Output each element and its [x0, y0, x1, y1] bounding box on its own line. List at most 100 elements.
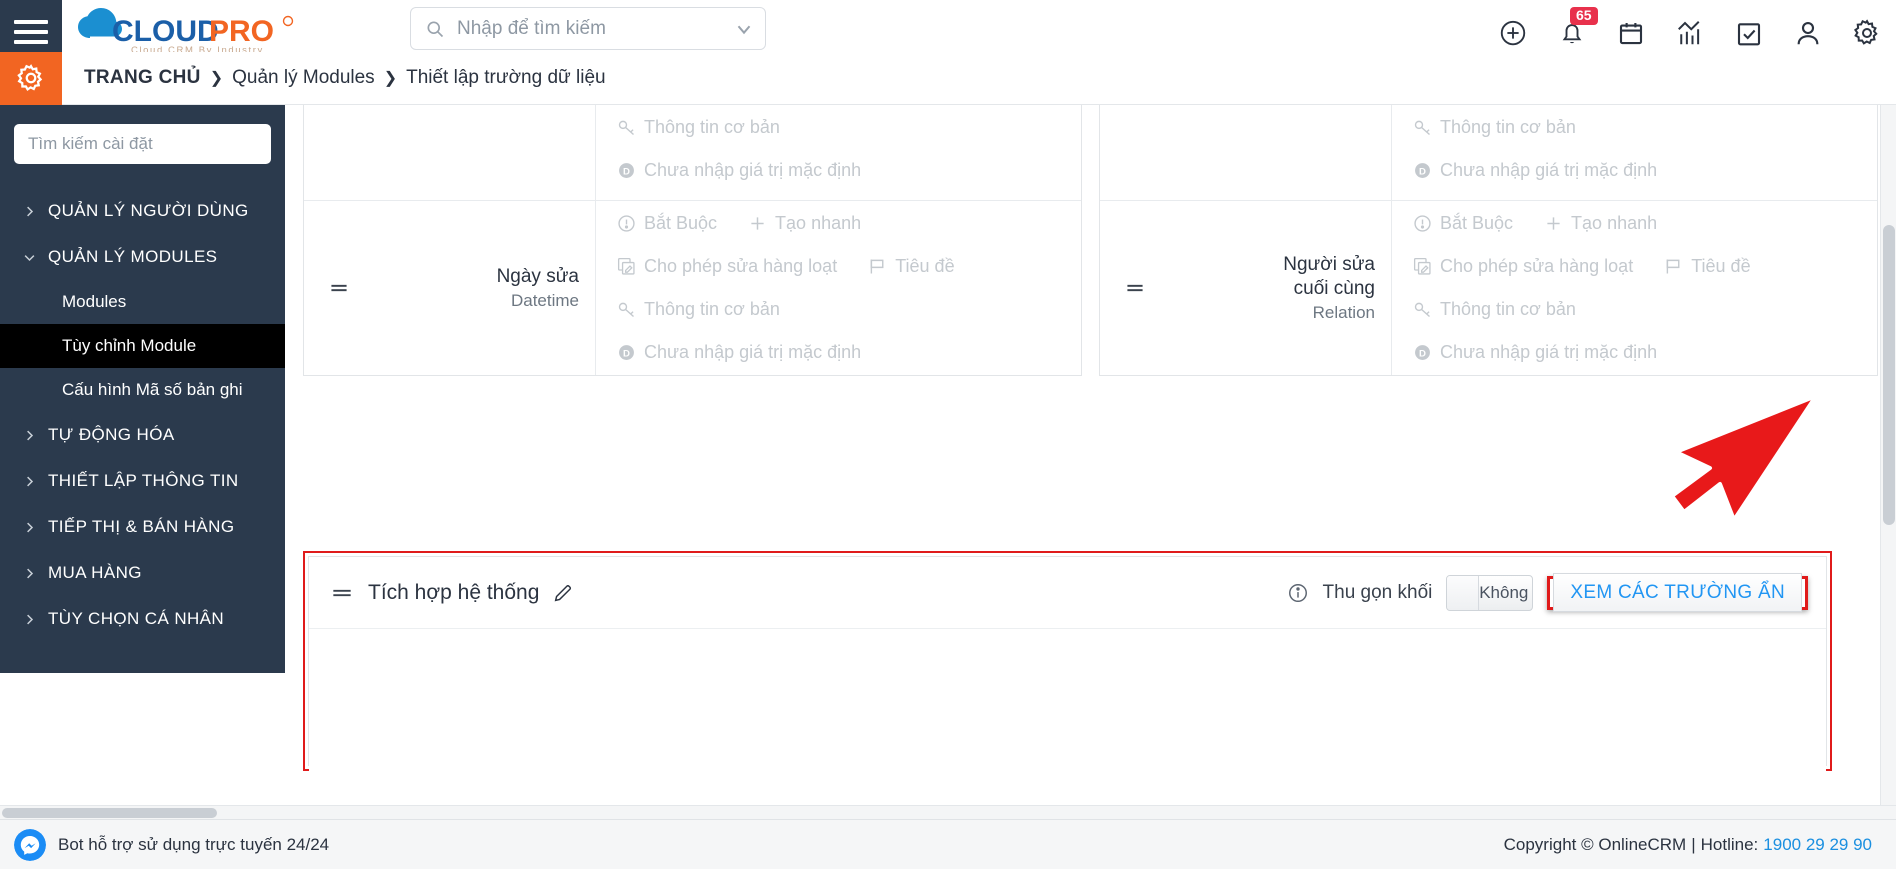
- sidebar-item-label: QUẢN LÝ MODULES: [48, 247, 218, 266]
- tag-required[interactable]: Bắt Buộc: [616, 213, 717, 234]
- sidebar-item-personal-options[interactable]: TÙY CHỌN CÁ NHÂN: [0, 596, 285, 642]
- collapse-block-label: Thu gọn khối: [1322, 581, 1433, 603]
- breadcrumb-item-modules[interactable]: Quản lý Modules: [232, 67, 375, 89]
- sidebar-item-marketing-sales[interactable]: TIẾP THỊ & BÁN HÀNG: [0, 504, 285, 550]
- chevron-down-icon[interactable]: [733, 18, 755, 40]
- required-icon: [1412, 213, 1433, 234]
- view-hidden-fields-button[interactable]: XEM CÁC TRƯỜNG ẨN: [1553, 572, 1802, 612]
- tag-title-field[interactable]: Tiêu đề: [867, 256, 955, 277]
- tag-mass-edit[interactable]: Cho phép sửa hàng loạt: [616, 256, 837, 277]
- tag-basic-info[interactable]: Thông tin cơ bản: [616, 299, 1067, 320]
- tag-basic-info[interactable]: Thông tin cơ bản: [616, 117, 1067, 138]
- sidebar-item-module-management[interactable]: QUẢN LÝ MODULES: [0, 234, 285, 280]
- app-root: CLOUD PRO Cloud CRM By Industry 65: [0, 0, 1896, 869]
- vertical-scrollbar[interactable]: [1880, 105, 1896, 824]
- tag-mass-edit[interactable]: Cho phép sửa hàng loạt: [1412, 256, 1633, 277]
- sidebar-subitem-label: Modules: [62, 292, 127, 311]
- footer-copyright: Copyright © OnlineCRM: [1503, 834, 1687, 854]
- global-search-box[interactable]: [410, 7, 766, 50]
- search-input[interactable]: [445, 17, 733, 40]
- analytics-icon[interactable]: [1675, 18, 1705, 48]
- drag-handle-icon[interactable]: [329, 580, 355, 606]
- tag-quick-create[interactable]: Tạo nhanh: [1543, 213, 1657, 234]
- system-integration-block: Tích hợp hệ thống Thu gọn khối Không XEM…: [308, 556, 1827, 837]
- notification-badge: 65: [1570, 7, 1598, 26]
- block-title: Tích hợp hệ thống: [368, 580, 540, 604]
- tag-title-field[interactable]: Tiêu đề: [1663, 256, 1751, 277]
- pencil-icon[interactable]: [552, 582, 574, 604]
- horizontal-scrollbar-thumb[interactable]: [2, 808, 217, 818]
- block-title-group: Tích hợp hệ thống: [329, 580, 574, 606]
- vertical-scrollbar-thumb[interactable]: [1883, 225, 1895, 525]
- svg-text:CLOUD: CLOUD: [112, 15, 219, 48]
- settings-sidebar: QUẢN LÝ NGƯỜI DÙNG QUẢN LÝ MODULES Modul…: [0, 105, 285, 673]
- field-row[interactable]: Người sửa cuối cùng Relation Bắt Buộc Tạ…: [1100, 201, 1877, 375]
- collapse-block-toggle[interactable]: Không: [1446, 574, 1534, 611]
- tag-required[interactable]: Bắt Buộc: [1412, 213, 1513, 234]
- sidebar-item-purchasing[interactable]: MUA HÀNG: [0, 550, 285, 596]
- user-icon[interactable]: [1793, 18, 1823, 48]
- checkbox-icon[interactable]: [1734, 18, 1764, 48]
- support-chat-label: Bot hỗ trợ sử dụng trực tuyến 24/24: [58, 834, 330, 854]
- settings-gear-icon[interactable]: [0, 51, 62, 105]
- tag-no-default-value[interactable]: D Chưa nhập giá trị mặc định: [616, 342, 1067, 363]
- field-row-left: [1100, 105, 1392, 200]
- field-row-left: Ngày sửa Datetime: [304, 201, 596, 375]
- chevron-right-icon: [22, 520, 44, 535]
- bell-icon[interactable]: 65: [1557, 7, 1598, 48]
- key-icon: [1412, 117, 1433, 138]
- sidebar-item-customize-module[interactable]: Tùy chỉnh Module: [0, 324, 285, 368]
- sidebar-item-automation[interactable]: TỰ ĐỘNG HÓA: [0, 412, 285, 458]
- cloudpro-logo-icon: CLOUD PRO Cloud CRM By Industry: [78, 8, 294, 56]
- breadcrumb-bar: TRANG CHỦ ❯ Quản lý Modules ❯ Thiết lập …: [0, 51, 1896, 105]
- field-row[interactable]: Ngày sửa Datetime Bắt Buộc Tạo nhanh Cho…: [304, 201, 1081, 375]
- sidebar-item-modules[interactable]: Modules: [0, 280, 285, 324]
- search-icon: [425, 19, 445, 39]
- sidebar-item-label: QUẢN LÝ NGƯỜI DÙNG: [48, 201, 249, 220]
- key-icon: [616, 117, 637, 138]
- messenger-icon[interactable]: [14, 828, 46, 861]
- sidebar-item-record-id-config[interactable]: Cấu hình Mã số bản ghi: [0, 368, 285, 412]
- sidebar-search-box[interactable]: [14, 124, 271, 164]
- horizontal-scrollbar[interactable]: [0, 805, 1896, 819]
- breadcrumb-item-fields[interactable]: Thiết lập trường dữ liệu: [406, 67, 606, 89]
- svg-text:D: D: [1419, 348, 1426, 359]
- tag-label: Thông tin cơ bản: [1440, 299, 1576, 319]
- hamburger-icon[interactable]: [14, 20, 48, 44]
- calendar-icon[interactable]: [1616, 18, 1646, 48]
- info-circle-icon[interactable]: [1287, 582, 1309, 604]
- field-name-line1: Người sửa: [1283, 253, 1375, 275]
- tag-basic-info[interactable]: Thông tin cơ bản: [1412, 117, 1863, 138]
- default-value-icon: D: [1412, 160, 1433, 181]
- sidebar-item-label: MUA HÀNG: [48, 563, 142, 582]
- support-chat-bar[interactable]: Bot hỗ trợ sử dụng trực tuyến 24/24: [0, 819, 1140, 869]
- tag-label: Thông tin cơ bản: [644, 299, 780, 319]
- sidebar-item-user-management[interactable]: QUẢN LÝ NGƯỜI DÙNG: [0, 188, 285, 234]
- field-name-block: Ngày sửa Datetime: [366, 265, 579, 312]
- plus-icon: [747, 213, 768, 234]
- tag-label: Thông tin cơ bản: [644, 117, 780, 137]
- breadcrumb: TRANG CHỦ ❯ Quản lý Modules ❯ Thiết lập …: [84, 67, 606, 89]
- highlighted-block-outline: Tích hợp hệ thống Thu gọn khối Không XEM…: [303, 551, 1832, 837]
- footer-hotline-number[interactable]: 1900 29 29 90: [1763, 835, 1872, 855]
- sidebar-search-input[interactable]: [28, 134, 257, 154]
- chevron-right-icon: [22, 428, 44, 443]
- sidebar-item-info-setup[interactable]: THIẾT LẬP THÔNG TIN: [0, 458, 285, 504]
- tag-no-default-value[interactable]: D Chưa nhập giá trị mặc định: [616, 160, 1067, 181]
- field-row-partial[interactable]: Thông tin cơ bản D Chưa nhập giá trị mặc…: [304, 105, 1081, 201]
- svg-text:PRO: PRO: [209, 15, 274, 48]
- field-name-line2: cuối cùng: [1293, 277, 1375, 299]
- svg-text:D: D: [1419, 166, 1426, 177]
- field-row-partial[interactable]: Thông tin cơ bản D Chưa nhập giá trị mặc…: [1100, 105, 1877, 201]
- drag-handle-icon[interactable]: [326, 275, 352, 301]
- breadcrumb-home[interactable]: TRANG CHỦ: [84, 67, 201, 89]
- drag-handle-icon[interactable]: [1122, 275, 1148, 301]
- tag-no-default-value[interactable]: D Chưa nhập giá trị mặc định: [1412, 342, 1863, 363]
- brand-logo[interactable]: CLOUD PRO Cloud CRM By Industry: [76, 8, 306, 56]
- tag-quick-create[interactable]: Tạo nhanh: [747, 213, 861, 234]
- tag-basic-info[interactable]: Thông tin cơ bản: [1412, 299, 1863, 320]
- tag-no-default-value[interactable]: D Chưa nhập giá trị mặc định: [1412, 160, 1863, 181]
- tag-label: Tạo nhanh: [775, 213, 862, 233]
- gear-icon[interactable]: [1852, 18, 1882, 48]
- plus-circle-icon[interactable]: [1498, 18, 1528, 48]
